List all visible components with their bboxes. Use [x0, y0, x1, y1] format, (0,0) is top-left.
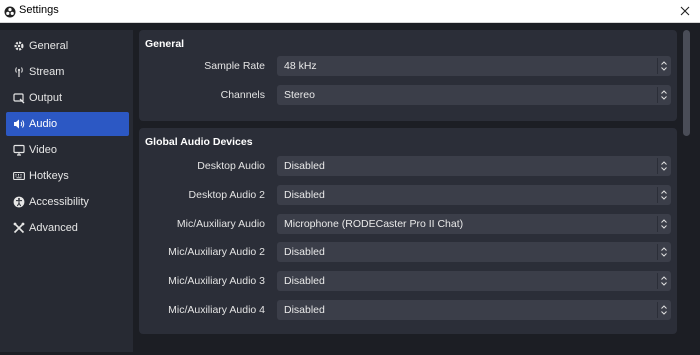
group-title: General	[145, 38, 185, 50]
sidebar-item-label: Output	[29, 92, 63, 104]
title-bar: Settings	[0, 0, 700, 23]
sidebar-item-audio[interactable]: Audio	[6, 112, 129, 136]
select-value: Disabled	[284, 304, 325, 316]
sidebar-item-general[interactable]: General	[6, 34, 129, 58]
mic-aux-audio-label: Mic/Auxiliary Audio	[176, 218, 265, 230]
select-value: Disabled	[284, 189, 325, 201]
channels-select[interactable]: Stereo	[277, 85, 671, 105]
up-down-chevron-icon	[657, 87, 669, 103]
up-down-chevron-icon	[657, 302, 669, 318]
up-down-chevron-icon	[657, 187, 669, 203]
monitor-icon	[13, 144, 25, 156]
select-value: Microphone (RODECaster Pro II Chat)	[284, 218, 464, 230]
select-value: Disabled	[284, 160, 325, 172]
settings-window: Settings General Stream Output Audio Vid…	[0, 0, 700, 355]
vertical-scrollbar[interactable]	[680, 30, 694, 355]
mic-aux-audio-4-label: Mic/Auxiliary Audio 4	[168, 304, 265, 316]
sidebar-item-label: General	[29, 40, 69, 52]
sidebar-item-hotkeys[interactable]: Hotkeys	[6, 164, 129, 188]
up-down-chevron-icon	[657, 273, 669, 289]
window-title: Settings	[19, 4, 59, 16]
obs-logo-icon	[4, 5, 16, 18]
mic-aux-audio-3-label: Mic/Auxiliary Audio 3	[168, 275, 265, 287]
mic-aux-audio-3-select[interactable]: Disabled	[277, 271, 671, 291]
speaker-icon	[13, 118, 25, 130]
desktop-audio-select[interactable]: Disabled	[277, 156, 671, 176]
group-title: Global Audio Devices	[145, 136, 253, 148]
mic-aux-audio-4-select[interactable]: Disabled	[277, 300, 671, 320]
close-icon	[680, 3, 690, 21]
tools-icon	[13, 222, 25, 234]
channels-label: Channels	[220, 89, 265, 101]
accessibility-icon	[13, 196, 25, 208]
settings-content: General Sample Rate 48 kHz Channels Ster…	[133, 23, 679, 355]
gear-icon	[13, 40, 25, 52]
select-value: Stereo	[284, 89, 315, 101]
sidebar-item-video[interactable]: Video	[6, 138, 129, 162]
sample-rate-label: Sample Rate	[204, 60, 265, 72]
settings-sidebar: General Stream Output Audio Video Hotkey…	[0, 30, 133, 352]
antenna-icon	[13, 66, 25, 78]
output-icon	[13, 92, 25, 104]
sidebar-item-stream[interactable]: Stream	[6, 60, 129, 84]
close-button[interactable]	[670, 0, 700, 23]
keyboard-icon	[13, 170, 25, 182]
sidebar-item-accessibility[interactable]: Accessibility	[6, 190, 129, 214]
desktop-audio-2-label: Desktop Audio 2	[188, 189, 265, 201]
sidebar-item-label: Hotkeys	[29, 170, 69, 182]
select-value: Disabled	[284, 275, 325, 287]
up-down-chevron-icon	[657, 216, 669, 232]
mic-aux-audio-2-label: Mic/Auxiliary Audio 2	[168, 246, 265, 258]
up-down-chevron-icon	[657, 244, 669, 260]
mic-aux-audio-select[interactable]: Microphone (RODECaster Pro II Chat)	[277, 214, 671, 234]
sidebar-item-label: Audio	[29, 118, 58, 130]
sidebar-item-advanced[interactable]: Advanced	[6, 216, 129, 240]
global-audio-devices-group: Global Audio Devices Desktop Audio Disab…	[139, 128, 677, 334]
select-value: Disabled	[284, 246, 325, 258]
sidebar-item-label: Accessibility	[29, 196, 89, 208]
mic-aux-audio-2-select[interactable]: Disabled	[277, 242, 671, 262]
up-down-chevron-icon	[657, 58, 669, 74]
sample-rate-select[interactable]: 48 kHz	[277, 56, 671, 76]
desktop-audio-2-select[interactable]: Disabled	[277, 185, 671, 205]
scrollbar-thumb[interactable]	[683, 30, 690, 136]
desktop-audio-label: Desktop Audio	[197, 160, 265, 172]
up-down-chevron-icon	[657, 158, 669, 174]
sidebar-item-label: Advanced	[29, 222, 78, 234]
general-group: General Sample Rate 48 kHz Channels Ster…	[139, 30, 677, 121]
sidebar-item-label: Video	[29, 144, 57, 156]
select-value: 48 kHz	[284, 60, 317, 72]
sidebar-item-output[interactable]: Output	[6, 86, 129, 110]
sidebar-item-label: Stream	[29, 66, 65, 78]
